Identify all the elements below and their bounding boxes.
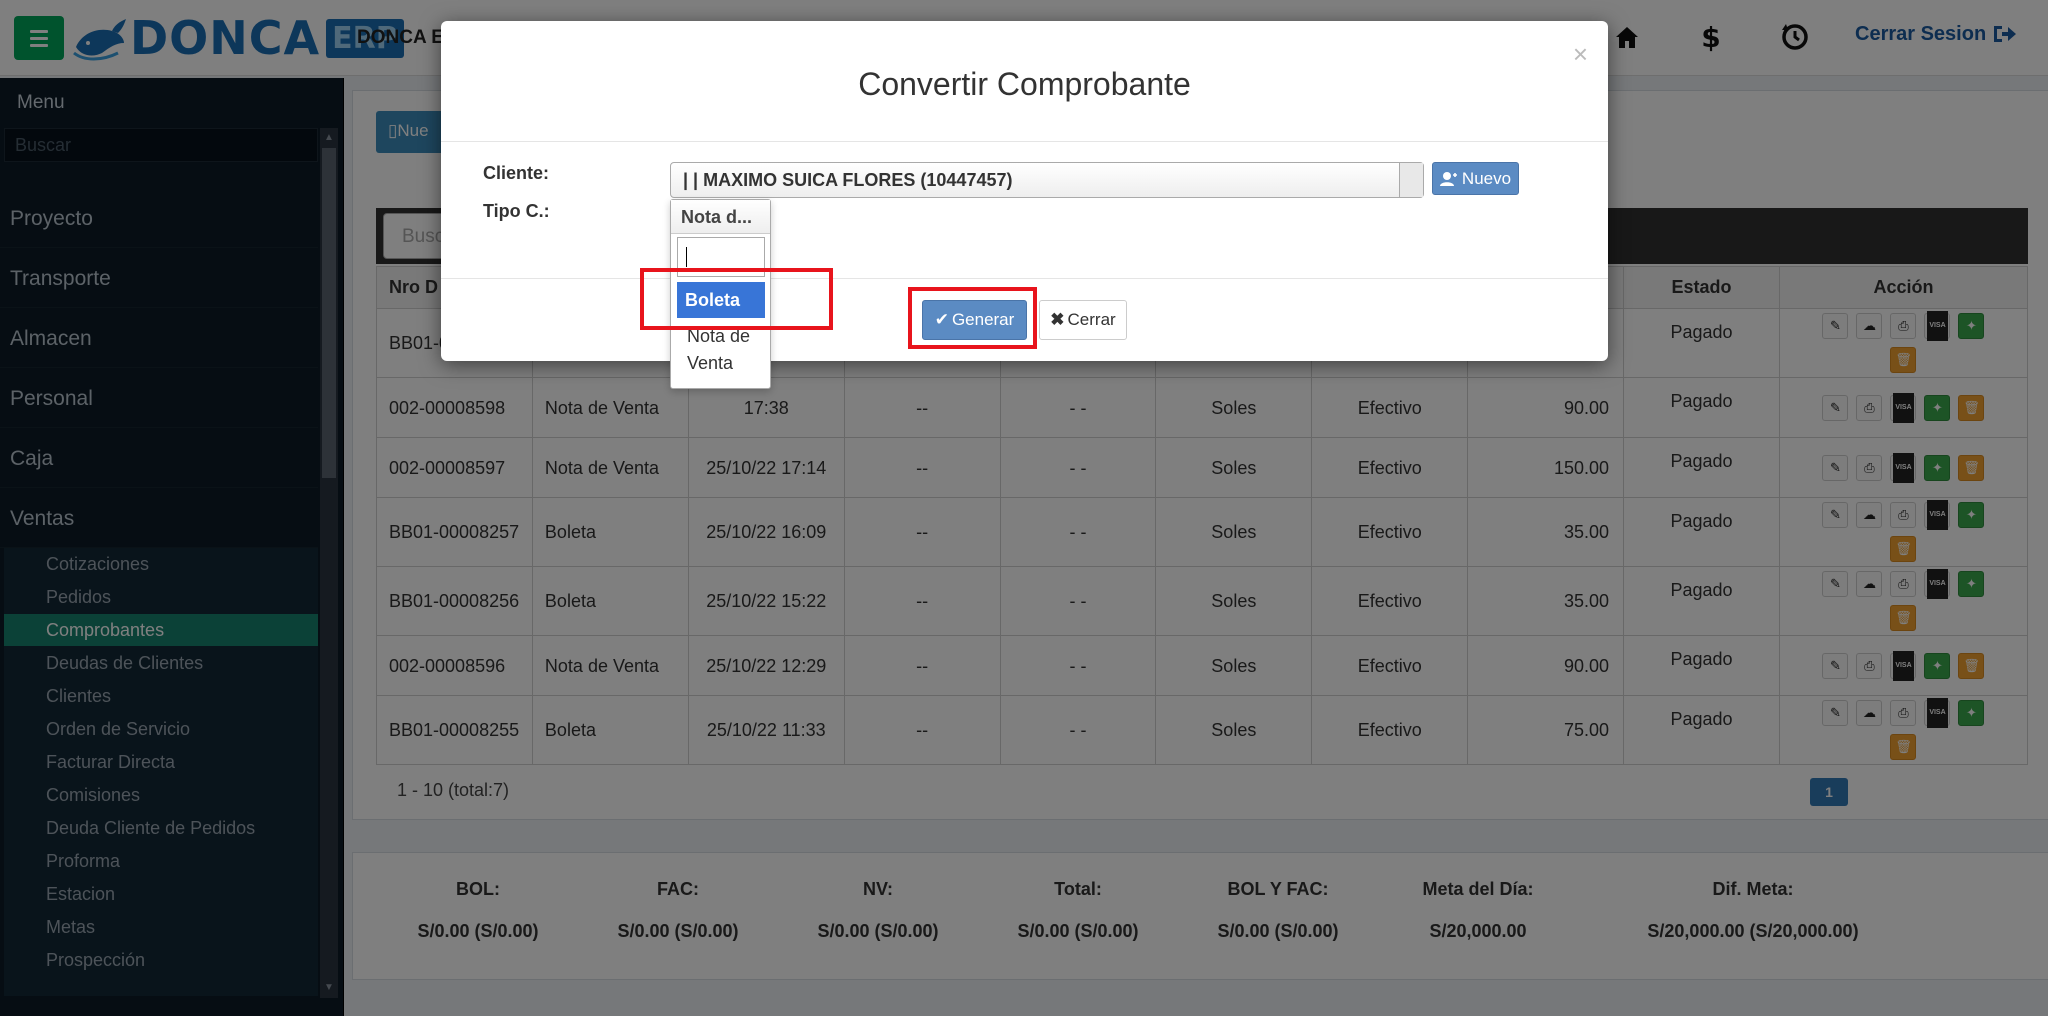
cerrar-button[interactable]: ✖ Cerrar bbox=[1039, 300, 1127, 340]
nuevo-button-label: Nuevo bbox=[1461, 168, 1512, 188]
divider bbox=[441, 278, 1608, 279]
highlight-boleta-option bbox=[640, 268, 833, 330]
tipo-selected-value[interactable]: Nota d... bbox=[671, 200, 770, 234]
close-icon: ✖ bbox=[1050, 310, 1065, 329]
nuevo-cliente-button[interactable]: Nuevo bbox=[1432, 162, 1519, 195]
add-user-icon bbox=[1439, 171, 1457, 186]
cliente-label: Cliente: bbox=[483, 163, 550, 183]
chevron-down-icon[interactable] bbox=[1399, 163, 1423, 197]
modal-title: Convertir Comprobante bbox=[858, 66, 1191, 102]
divider bbox=[441, 141, 1608, 142]
tipo-label: Tipo C.: bbox=[483, 201, 550, 221]
cliente-select[interactable]: | | MAXIMO SUICA FLORES (10447457) bbox=[670, 162, 1424, 198]
cliente-selected-value: | | MAXIMO SUICA FLORES (10447457) bbox=[683, 170, 1013, 190]
text-caret bbox=[686, 247, 687, 267]
highlight-generar-button bbox=[908, 287, 1037, 349]
cerrar-button-label: Cerrar bbox=[1067, 310, 1116, 329]
tipo-option-nota-venta[interactable]: Nota de Venta bbox=[677, 323, 765, 377]
